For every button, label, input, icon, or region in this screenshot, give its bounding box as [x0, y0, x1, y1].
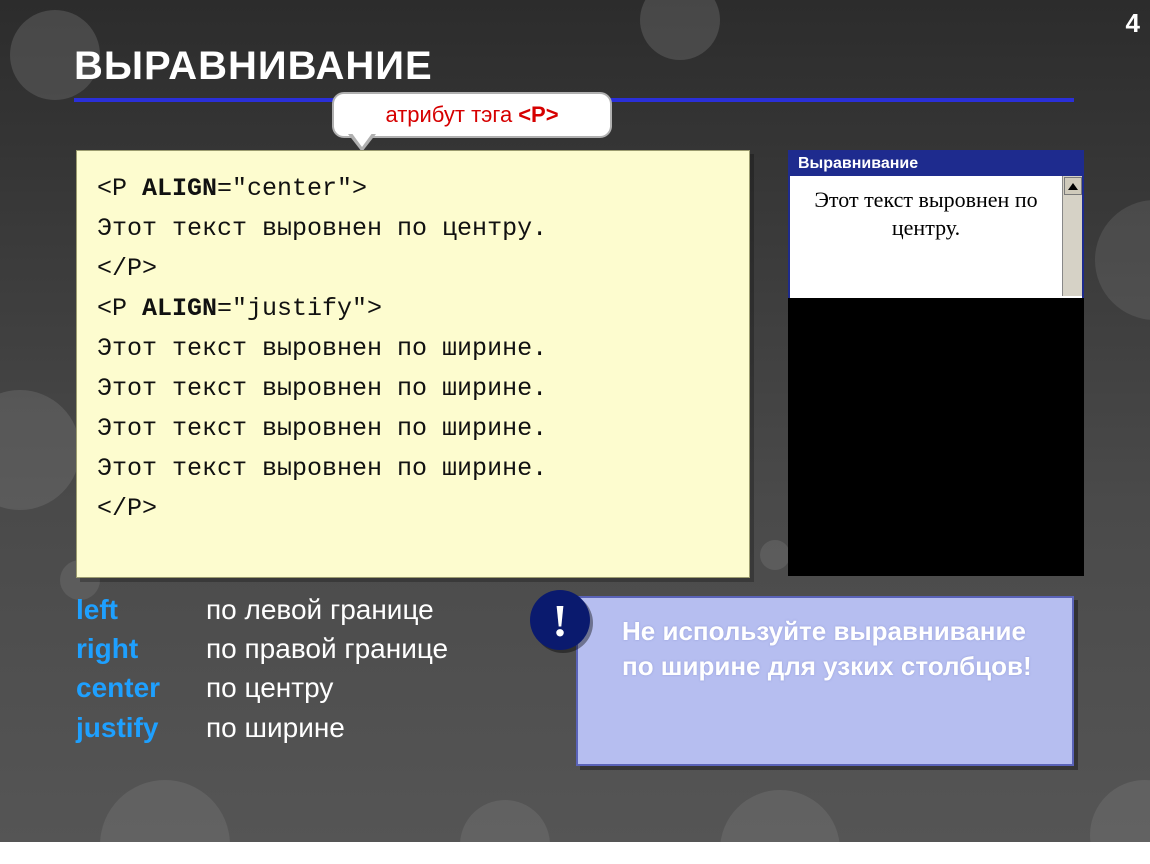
legend-row: centerпо центру: [76, 668, 448, 707]
warning-box: Не используйте выравнивание по ширине дл…: [576, 596, 1074, 766]
page-number: 4: [1126, 8, 1140, 39]
preview-content: Этот текст выровнен по центру.: [790, 176, 1062, 296]
scroll-up-icon[interactable]: [1064, 177, 1082, 195]
legend-row: leftпо левой границе: [76, 590, 448, 629]
legend-key: center: [76, 668, 206, 707]
slide-title: ВЫРАВНИВАНИЕ: [74, 44, 433, 89]
legend-val: по центру: [206, 668, 333, 707]
callout-tag: <P>: [518, 102, 558, 128]
preview-scrollbar[interactable]: [1062, 176, 1082, 296]
legend-val: по левой границе: [206, 590, 434, 629]
legend-val: по правой границе: [206, 629, 448, 668]
code-block: <P ALIGN="center"> Этот текст выровнен п…: [76, 150, 750, 578]
slide-body: 4 ВЫРАВНИВАНИЕ атрибут тэга <P> <P ALIGN…: [0, 0, 1150, 842]
preview-mask: [788, 298, 1084, 576]
legend-key: justify: [76, 708, 206, 747]
legend-val: по ширине: [206, 708, 345, 747]
callout-bubble: атрибут тэга <P>: [332, 92, 612, 138]
preview-body: Этот текст выровнен по центру.: [790, 176, 1082, 296]
warning-icon: !: [530, 590, 590, 650]
stage: 4 ВЫРАВНИВАНИЕ атрибут тэга <P> <P ALIGN…: [0, 0, 1150, 864]
preview-titlebar: Выравнивание: [790, 152, 1082, 176]
callout-text: атрибут тэга: [385, 102, 512, 128]
align-legend: leftпо левой границе rightпо правой гран…: [76, 590, 448, 747]
legend-row: justifyпо ширине: [76, 708, 448, 747]
legend-row: rightпо правой границе: [76, 629, 448, 668]
preview-window: Выравнивание Этот текст выровнен по цент…: [788, 150, 1084, 300]
legend-key: left: [76, 590, 206, 629]
legend-key: right: [76, 629, 206, 668]
